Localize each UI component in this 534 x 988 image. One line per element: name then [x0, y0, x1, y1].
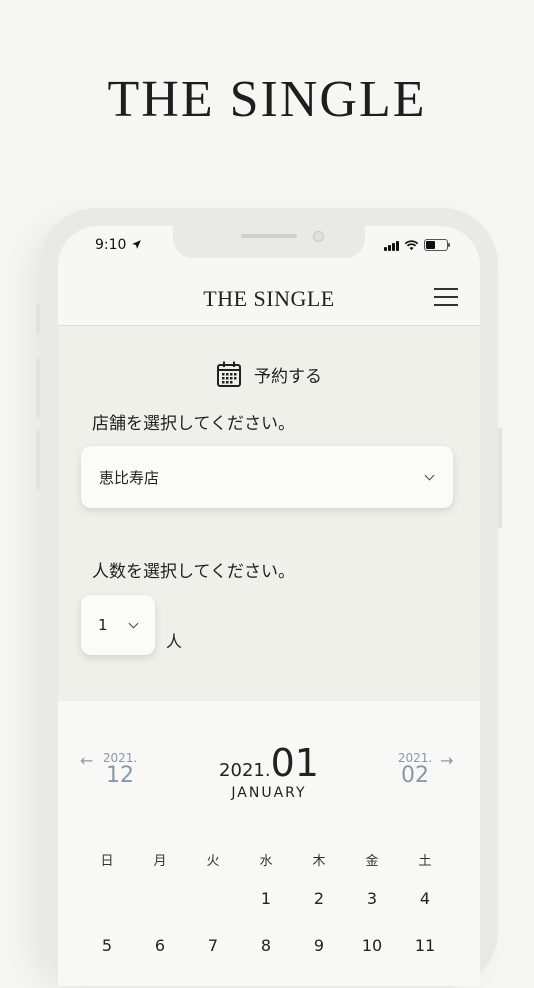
phone-camera: [313, 231, 324, 242]
phone-side-button: [498, 428, 502, 528]
reservation-title-text: 予約する: [254, 366, 322, 387]
calendar-day[interactable]: 2: [299, 889, 339, 908]
reservation-form: 予約する 店舗を選択してください。 恵比寿店 人数を選択してください。 1 人: [58, 326, 480, 701]
next-month-button[interactable]: 2021. 02: [395, 751, 435, 788]
calendar-day[interactable]: 4: [405, 889, 445, 908]
people-label: 人数を選択してください。: [92, 562, 295, 582]
calendar-day[interactable]: 10: [352, 936, 392, 955]
status-icons: [384, 239, 450, 251]
weekday-label: 金: [365, 854, 379, 869]
calendar-day[interactable]: 7: [193, 936, 233, 955]
chevron-down-icon: [424, 470, 435, 481]
calendar-day[interactable]: 5: [87, 936, 127, 955]
calendar-day[interactable]: 3: [352, 889, 392, 908]
calendar-day[interactable]: 1: [246, 889, 286, 908]
next-month-number: 02: [401, 763, 429, 788]
weekday-label: 水: [259, 854, 273, 869]
calendar-day[interactable]: 6: [140, 936, 180, 955]
phone-side-button: [36, 430, 40, 490]
app-header: THE SINGLE: [58, 273, 480, 326]
app-logo[interactable]: THE SINGLE: [58, 286, 480, 312]
calendar: ← 2021. 12 2021.01 JANUARY 2021. 02 → 日 …: [58, 701, 480, 986]
people-select[interactable]: 1: [81, 595, 155, 655]
calendar-day[interactable]: 11: [405, 936, 445, 955]
status-time: 9:10: [95, 237, 142, 253]
phone-frame: 9:10 THE SINGLE 予約する 店舗を選択してください。 恵比寿店 人…: [36, 208, 502, 988]
signal-icon: [384, 240, 399, 251]
people-select-value: 1: [98, 616, 108, 634]
phone-speaker: [241, 234, 297, 238]
arrow-right-icon[interactable]: →: [440, 751, 453, 770]
phone-side-button: [36, 358, 40, 418]
store-select-value: 恵比寿店: [99, 469, 160, 487]
wifi-icon: [404, 240, 419, 251]
calendar-day[interactable]: 9: [299, 936, 339, 955]
weekday-label: 火: [206, 854, 220, 869]
weekday-label: 月: [153, 854, 167, 869]
calendar-day[interactable]: 8: [246, 936, 286, 955]
weekday-label: 木: [312, 854, 326, 869]
phone-screen: 9:10 THE SINGLE 予約する 店舗を選択してください。 恵比寿店 人…: [58, 226, 480, 986]
store-select[interactable]: 恵比寿店: [81, 446, 453, 508]
chevron-down-icon: [128, 618, 139, 629]
battery-icon: [424, 239, 450, 251]
current-month-number: 01: [270, 741, 319, 785]
store-label: 店舗を選択してください。: [92, 414, 295, 434]
current-month-year: 2021.: [219, 760, 271, 781]
weekday-label: 日: [100, 854, 114, 869]
weekday-label: 土: [418, 854, 432, 869]
hamburger-menu-icon[interactable]: [434, 288, 458, 307]
phone-notch: [173, 226, 365, 258]
phone-side-button: [36, 303, 40, 335]
hero-title: THE SINGLE: [107, 71, 427, 128]
reservation-title: 予約する: [58, 360, 480, 388]
calendar-icon: [217, 361, 241, 387]
location-arrow-icon: [132, 240, 141, 249]
people-unit: 人: [166, 632, 183, 651]
